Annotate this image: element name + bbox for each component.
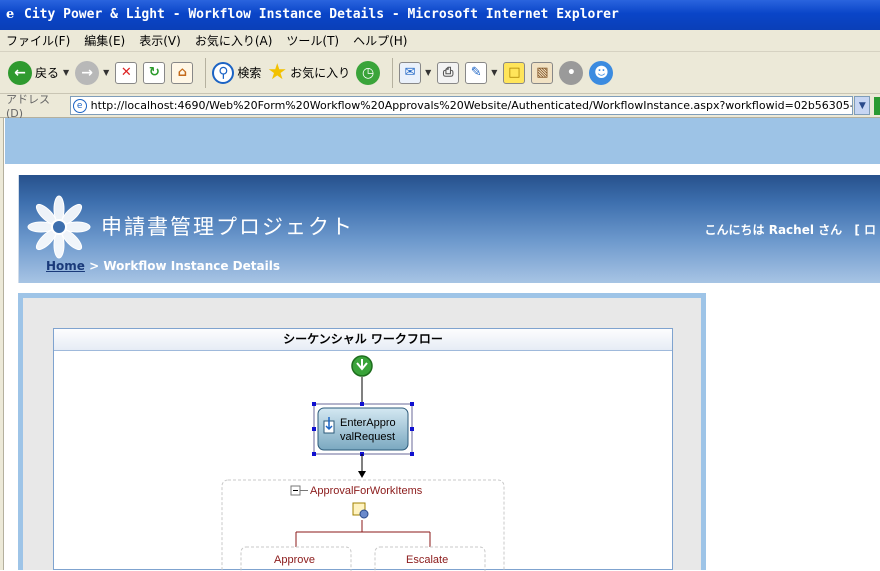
forward-dropdown-icon[interactable]: ▼ [103,68,109,77]
workflow-diagram: EnterAppro valRequest ApprovalForWorkIte… [221,355,505,571]
connector-arrow-icon [358,471,366,478]
go-button[interactable] [874,96,880,115]
workflow-title: シーケンシャル ワークフロー [54,329,672,351]
forward-arrow-icon: → [75,60,100,85]
mail-button[interactable]: ✉ ▼ [399,58,431,88]
breadcrumb-separator: > [89,259,100,273]
menu-favorites[interactable]: お気に入り(A) [195,32,273,49]
menu-view[interactable]: 表示(V) [139,32,181,49]
site-header: 申請書管理プロジェクト こんにちは Rachel さん [ ロ Home > W… [18,175,880,283]
print-button[interactable]: ⎙ [437,58,460,88]
start-node-icon [351,355,373,377]
approve-branch[interactable]: Approve [240,546,352,571]
workflow-panel: シーケンシャル ワークフロー EnterAppro valRequest App… [18,293,706,571]
menu-bar: ファイル(F) 編集(E) 表示(V) お気に入り(A) ツール(T) ヘルプ(… [0,30,880,52]
chat-bubble-icon: • [559,60,584,85]
messenger-button[interactable]: ☻ [589,58,614,88]
toolbar-separator [205,57,207,88]
edit-page-icon: ✎ [465,61,488,84]
books-icon: ▧ [531,61,554,84]
favorites-label: お気に入り [290,66,351,80]
search-button[interactable]: ⚲ 検索 [212,58,261,88]
page-content: 申請書管理プロジェクト こんにちは Rachel さん [ ロ Home > W… [0,118,880,571]
workflow-panel-inner: シーケンシャル ワークフロー EnterAppro valRequest App… [23,298,701,571]
search-label: 検索 [237,66,262,80]
menu-tools[interactable]: ツール(T) [286,32,339,49]
activity-label-line1: EnterAppro [340,417,396,429]
group-label: ApprovalForWorkItems [310,485,423,497]
logout-link[interactable]: [ ロ [854,223,876,237]
window-title: City Power & Light - Workflow Instance D… [24,7,619,22]
back-button[interactable]: ← 戻る ▼ [8,58,69,88]
address-dropdown-icon[interactable]: ▼ [854,96,871,115]
back-label: 戻る [35,66,60,80]
address-input[interactable]: e http://localhost:4690/Web%20Form%20Wor… [69,96,854,115]
note-icon: □ [503,61,526,84]
approve-branch-label: Approve [274,554,315,566]
breadcrumb: Home > Workflow Instance Details [46,259,280,273]
history-button[interactable]: ◷ [356,58,381,88]
page-icon: e [72,98,87,113]
toolbar-separator [392,57,394,88]
top-band [5,118,880,164]
back-arrow-icon: ← [8,60,32,85]
activity-label-line2: valRequest [340,431,395,443]
flower-logo-icon [27,195,91,259]
address-url: http://localhost:4690/Web%20Form%20Workf… [90,99,854,112]
site-title: 申請書管理プロジェクト [101,215,354,239]
notes-button[interactable]: □ [503,58,526,88]
menu-file[interactable]: ファイル(F) [6,32,70,49]
window-title-bar[interactable]: e City Power & Light - Workflow Instance… [0,0,880,30]
refresh-icon: ↻ [143,61,166,84]
research-button[interactable]: ▧ [531,58,554,88]
breadcrumb-current: Workflow Instance Details [103,259,280,273]
menu-edit[interactable]: 編集(E) [84,32,125,49]
home-button[interactable]: ⌂ [171,58,194,88]
forward-button[interactable]: → ▼ [75,58,109,88]
mail-icon: ✉ [399,61,422,84]
greeting-text: こんにちは Rachel さん [704,223,843,237]
favorites-button[interactable]: ★ お気に入り [267,58,350,88]
home-icon: ⌂ [171,61,194,84]
discuss-button[interactable]: • [559,58,584,88]
mail-dropdown-icon[interactable]: ▼ [425,68,431,77]
stop-icon: ✕ [115,61,138,84]
search-icon: ⚲ [212,61,235,84]
edit-button[interactable]: ✎ ▼ [465,58,497,88]
messenger-people-icon: ☻ [589,60,614,85]
edit-dropdown-icon[interactable]: ▼ [491,68,497,77]
refresh-button[interactable]: ↻ [143,58,166,88]
menu-help[interactable]: ヘルプ(H) [353,32,407,49]
collapse-toggle-icon[interactable] [290,485,301,496]
breadcrumb-home-link[interactable]: Home [46,259,85,273]
toolbar: ← 戻る ▼ → ▼ ✕ ↻ ⌂ ⚲ 検索 ★ お気に入り ◷ ✉ ▼ ⎙ ✎ … [0,52,880,94]
print-icon: ⎙ [437,61,460,84]
stop-button[interactable]: ✕ [115,58,138,88]
user-greeting: こんにちは Rachel さん [ ロ [705,221,876,238]
back-dropdown-icon[interactable]: ▼ [63,68,69,77]
address-bar: アドレス(D) e http://localhost:4690/Web%20Fo… [0,93,880,120]
address-label: アドレス(D) [6,93,50,120]
escalate-branch-label: Escalate [406,554,448,566]
star-icon: ★ [267,60,288,85]
ie-logo-icon: e [6,7,15,22]
escalate-branch[interactable]: Escalate [374,546,486,571]
listen-activity-icon [352,502,369,519]
history-icon: ◷ [356,60,381,85]
window-left-border [0,118,4,570]
workflow-designer: シーケンシャル ワークフロー EnterAppro valRequest App… [53,328,673,571]
